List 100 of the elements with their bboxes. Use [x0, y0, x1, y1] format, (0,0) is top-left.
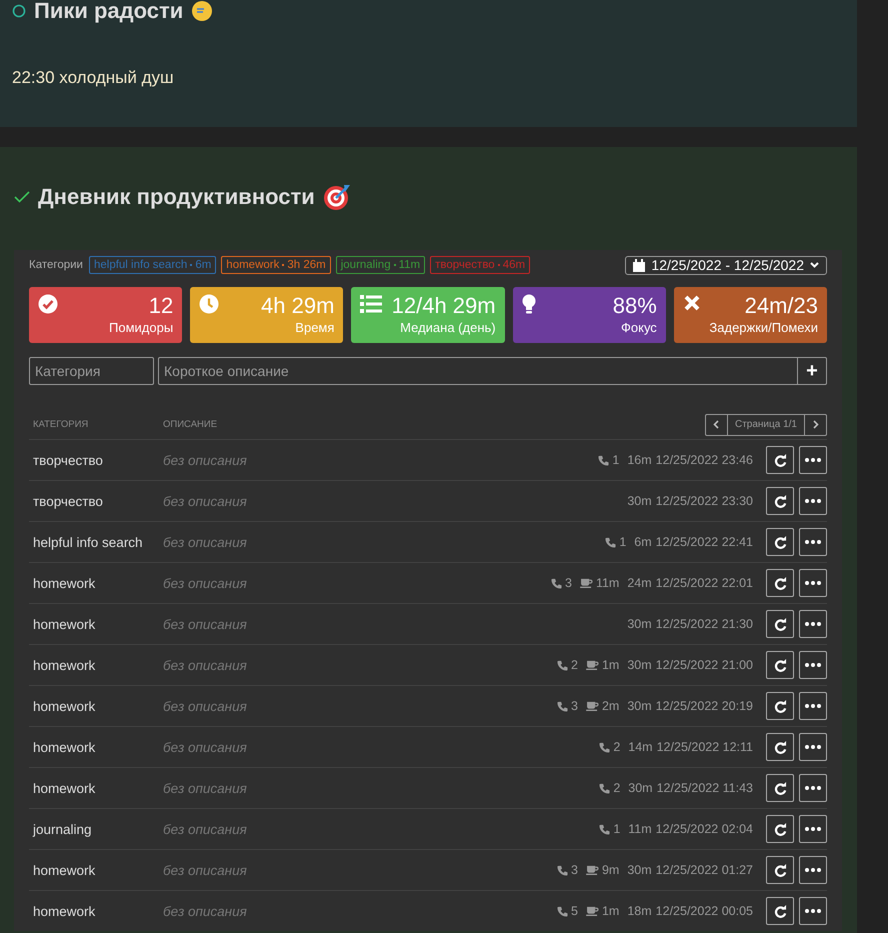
more-button[interactable] — [799, 733, 827, 761]
calendar-icon — [633, 258, 646, 272]
interruption-count: 2 — [571, 658, 578, 672]
description-field[interactable]: Короткое описание — [158, 357, 798, 385]
column-header: КАТЕГОРИЯ — [32, 419, 90, 430]
restart-button[interactable] — [766, 815, 794, 843]
date-time: 12/25/2022 02:04 — [656, 822, 753, 836]
date-time: 12/25/2022 21:30 — [656, 617, 753, 631]
description-cell-text: без описания — [163, 862, 248, 878]
add-button[interactable]: + — [798, 357, 827, 385]
date-time: 12/25/2022 23:46 — [656, 453, 753, 467]
restart-button[interactable] — [766, 569, 794, 597]
duration: 30m — [628, 781, 653, 795]
more-button[interactable] — [799, 856, 827, 884]
redo-icon — [774, 494, 786, 508]
section-title: Пики радости — [34, 0, 184, 24]
cup-icon — [586, 906, 599, 916]
clock-icon — [199, 294, 220, 314]
restart-button[interactable] — [766, 446, 794, 474]
cup-icon — [586, 660, 599, 670]
more-button[interactable] — [799, 774, 827, 802]
restart-button[interactable] — [766, 897, 794, 925]
more-button[interactable] — [799, 528, 827, 556]
interruption-count: 1 — [613, 822, 620, 836]
redo-icon — [774, 576, 786, 590]
restart-button[interactable] — [766, 487, 794, 515]
ellipsis-icon — [805, 909, 821, 913]
category-cell-text: homework — [32, 862, 96, 878]
redo-icon — [774, 822, 786, 836]
restart-button[interactable] — [766, 528, 794, 556]
duration: 30m — [627, 863, 652, 877]
more-button[interactable] — [799, 651, 827, 679]
cup-icon — [586, 701, 599, 711]
break-duration: 9m — [602, 863, 620, 877]
more-button[interactable] — [799, 610, 827, 638]
description-cell-text: без описания — [163, 780, 248, 796]
category-tag[interactable]: homework 3h 26m — [221, 256, 331, 274]
stat-label: Медиана (день) — [400, 319, 496, 336]
category-tag[interactable]: творчество 46m — [430, 256, 530, 274]
restart-button[interactable] — [766, 651, 794, 679]
date-time: 12/25/2022 23:30 — [656, 494, 753, 508]
interruption-count: 3 — [571, 699, 578, 713]
cup-icon — [586, 865, 599, 875]
more-button[interactable] — [799, 815, 827, 843]
description-cell-text: без описания — [163, 740, 248, 754]
cup-icon — [580, 578, 593, 588]
stat-label: Время — [295, 319, 334, 336]
restart-button[interactable] — [766, 856, 794, 884]
description-cell-text: без описания — [163, 904, 248, 918]
interruption-count: 1 — [612, 453, 620, 467]
stat-value: 88% — [612, 293, 657, 319]
category-cell-text: творчество — [32, 494, 104, 508]
ellipsis-icon — [805, 622, 821, 626]
ellipsis-icon — [805, 499, 821, 503]
interruption-count: 1 — [619, 535, 626, 549]
redo-icon — [774, 658, 786, 672]
duration: 18m — [627, 904, 652, 918]
more-button[interactable] — [799, 569, 827, 597]
cross-icon — [682, 294, 701, 312]
redo-icon — [774, 904, 786, 918]
page-indicator: Страница 1/1 — [726, 414, 805, 434]
restart-button[interactable] — [766, 692, 794, 720]
description-cell-text: без описания — [163, 576, 248, 590]
category-cell-text: homework — [32, 698, 96, 714]
category-cell-text: homework — [32, 576, 96, 590]
category-field[interactable]: Категория — [29, 357, 154, 385]
duration: 14m — [628, 740, 653, 754]
break-duration: 2m — [602, 699, 620, 713]
date-time: 12/25/2022 00:05 — [656, 904, 753, 918]
date-time: 12/25/2022 01:27 — [656, 863, 753, 877]
restart-button[interactable] — [766, 610, 794, 638]
restart-button[interactable] — [766, 774, 794, 802]
check-icon — [14, 191, 30, 203]
ellipsis-icon — [805, 786, 821, 790]
stat-value: 24m/23 — [744, 293, 818, 319]
phone-icon — [557, 700, 568, 712]
stat-label: Фокус — [621, 319, 657, 336]
interruption-count: 3 — [571, 863, 578, 877]
stat-value: 12/4h 29m — [392, 293, 496, 319]
redo-icon — [774, 864, 786, 876]
more-button[interactable] — [799, 692, 827, 720]
duration: 30m — [627, 494, 652, 508]
phone-icon — [557, 864, 568, 876]
category-tag[interactable]: journaling 11m — [336, 256, 426, 274]
date-range-button[interactable]: 12/25/2022 - 12/25/2022 — [625, 256, 827, 274]
date-time: 12/25/2022 12:11 — [656, 740, 753, 754]
chevron-right-icon — [812, 420, 818, 429]
restart-button[interactable] — [766, 733, 794, 761]
redo-icon — [774, 618, 786, 630]
phone-icon — [598, 454, 610, 466]
date-time: 12/25/2022 20:19 — [656, 699, 753, 713]
category-cell-text: homework — [32, 904, 96, 918]
more-button[interactable] — [799, 897, 827, 925]
phone-icon — [557, 906, 568, 916]
break-duration: 1m — [602, 658, 620, 672]
description-cell-text: без описания — [163, 658, 248, 672]
more-button[interactable] — [799, 446, 827, 474]
category-cell-text: homework — [32, 740, 96, 754]
more-button[interactable] — [799, 487, 827, 515]
category-tag[interactable]: helpful info search 6m — [88, 256, 216, 274]
